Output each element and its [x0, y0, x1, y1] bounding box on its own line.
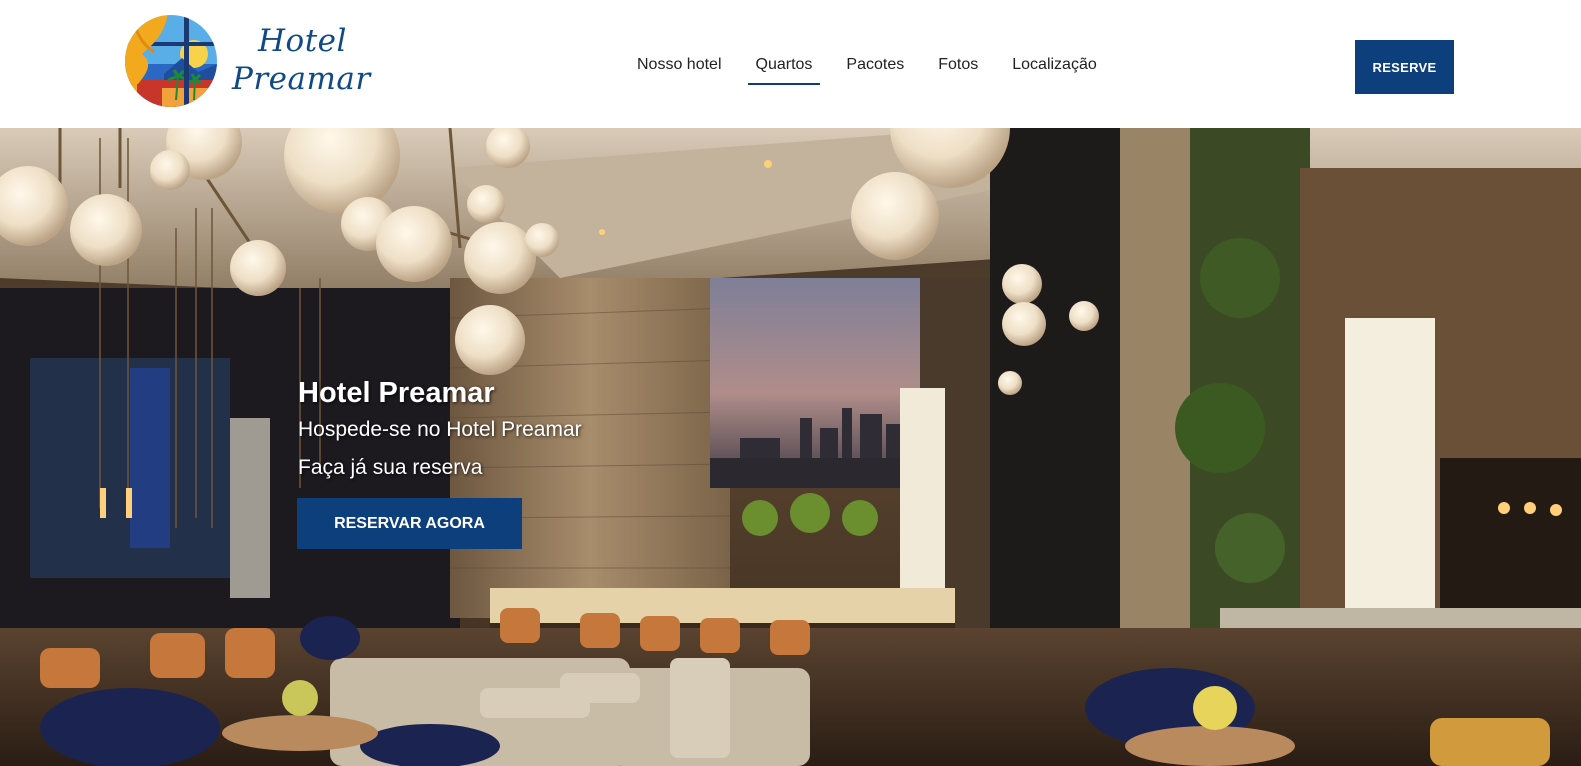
- nav-item-pacotes[interactable]: Pacotes: [829, 52, 921, 86]
- hero-banner: Hotel Preamar Hospede-se no Hotel Preama…: [0, 128, 1581, 766]
- hero-tagline: Faça já sua reserva: [298, 456, 483, 479]
- hotel-logo-icon[interactable]: [124, 14, 218, 108]
- nav-item-fotos[interactable]: Fotos: [921, 52, 995, 86]
- book-now-button[interactable]: RESERVAR AGORA: [297, 498, 522, 549]
- brand-line-1: Hotel: [258, 23, 347, 59]
- nav-item-nosso-hotel[interactable]: Nosso hotel: [620, 52, 739, 86]
- site-header: Hotel Preamar Nosso hotel Quartos Pacote…: [0, 0, 1581, 128]
- brand-wordmark[interactable]: Hotel Preamar: [232, 22, 402, 98]
- main-nav: Nosso hotel Quartos Pacotes Fotos Locali…: [620, 52, 1114, 88]
- hero-subtitle: Hospede-se no Hotel Preamar: [298, 418, 582, 441]
- nav-item-localizacao[interactable]: Localização: [995, 52, 1114, 86]
- nav-item-quartos[interactable]: Quartos: [739, 52, 830, 86]
- reserve-button[interactable]: RESERVE: [1355, 40, 1454, 94]
- brand-line-2: Preamar: [232, 61, 371, 97]
- hero-text-block: Hotel Preamar Hospede-se no Hotel Preama…: [298, 375, 582, 487]
- hotel-lounge-bar-photo: [0, 128, 1581, 766]
- hero-title: Hotel Preamar: [298, 377, 495, 409]
